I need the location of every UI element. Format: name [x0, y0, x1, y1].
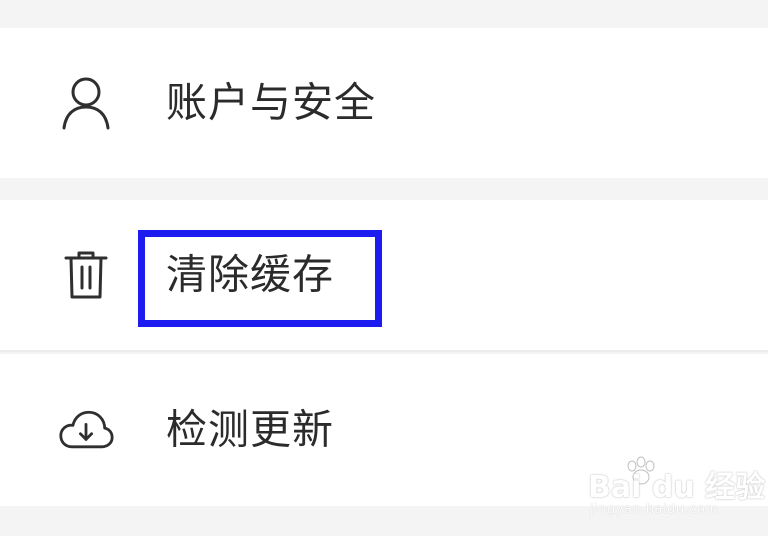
settings-item-label: 账户与安全	[166, 78, 376, 127]
settings-item-label: 清除缓存	[166, 250, 334, 299]
baidu-jingyan-watermark: Bai du 经验 jingyan.baidu.com	[588, 456, 765, 526]
user-icon	[58, 75, 114, 131]
watermark-site: jingyan.baidu.com	[590, 502, 719, 517]
trash-icon	[58, 247, 114, 303]
settings-item-clear-cache[interactable]: 清除缓存	[0, 200, 768, 352]
section-separator	[0, 178, 768, 200]
top-separator	[0, 0, 768, 28]
settings-item-label: 检测更新	[166, 405, 334, 454]
settings-item-account-security[interactable]: 账户与安全	[0, 28, 768, 178]
cloud-download-icon	[58, 402, 114, 458]
watermark-brand: Bai du 经验	[588, 470, 766, 505]
